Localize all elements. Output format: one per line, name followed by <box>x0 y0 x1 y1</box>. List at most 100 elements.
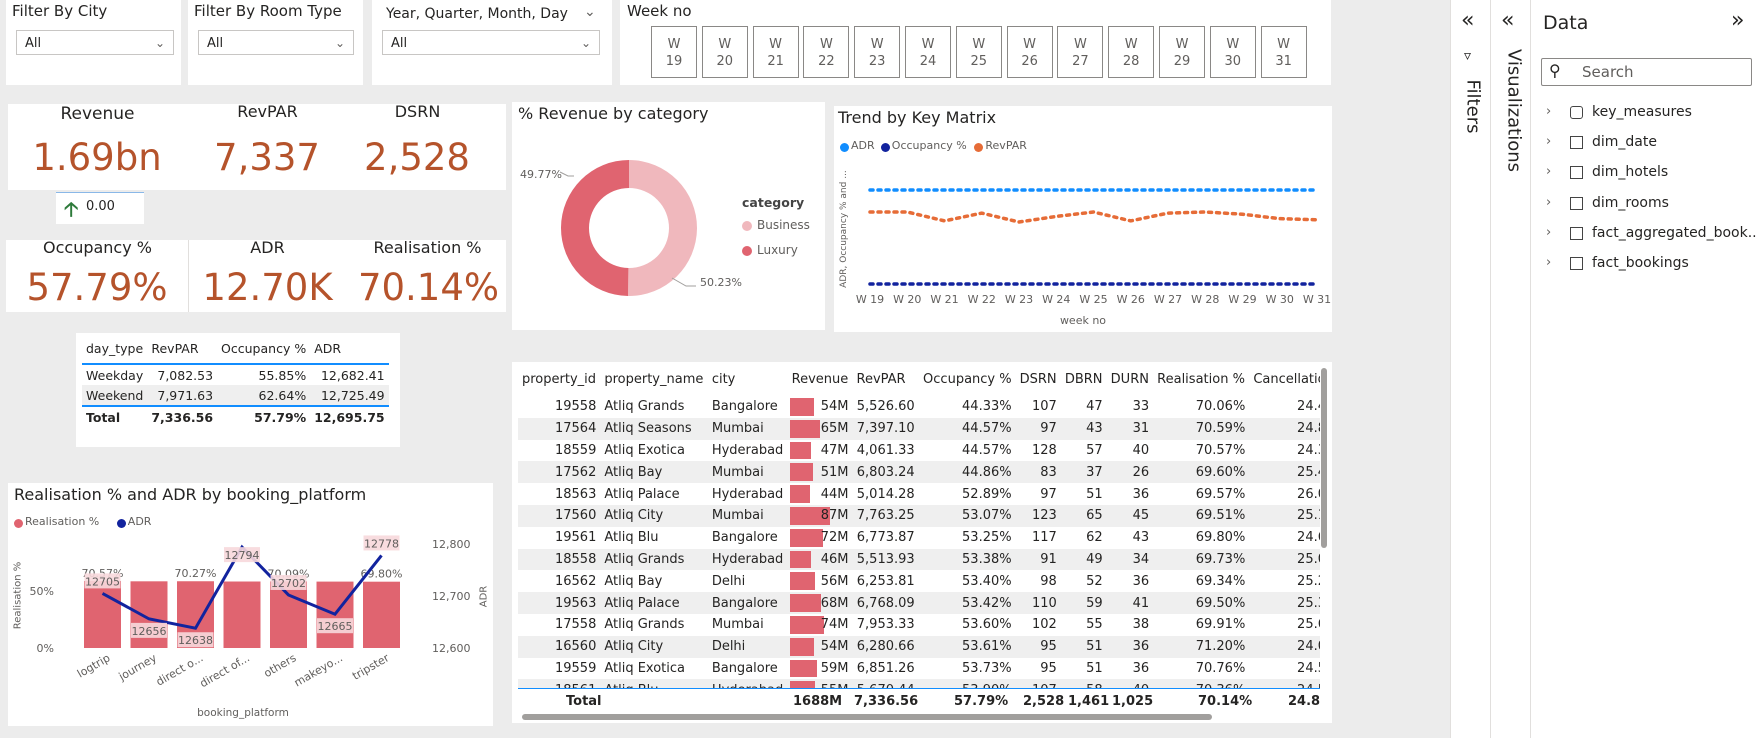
week-button[interactable]: W 22 <box>803 26 850 78</box>
table-row[interactable]: 16562 Atliq Bay Delhi 56M 6,253.81 53.40% 98 52… <box>518 570 1320 592</box>
chevron-right-icon[interactable]: › <box>1546 104 1551 119</box>
table-icon <box>1570 226 1583 240</box>
column-header[interactable]: Cancellatio <box>1249 362 1320 396</box>
table-row[interactable]: 19561 Atliq Blu Bangalore 72M 6,773.87 53.25%… <box>518 527 1320 549</box>
table-row[interactable]: 18559 Atliq Exotica Hyderabad 47M 4,061.33 44… <box>518 440 1320 462</box>
week-button[interactable]: W 26 <box>1006 26 1053 78</box>
realisation-bar[interactable] <box>270 581 307 648</box>
column-header[interactable]: DSRN <box>1016 362 1061 396</box>
vertical-scrollbar[interactable] <box>1321 368 1327 548</box>
week-button[interactable]: W 21 <box>752 26 799 78</box>
column-header[interactable]: property_name <box>600 362 707 396</box>
column-header[interactable]: ADR <box>310 333 388 364</box>
week-button[interactable]: W 25 <box>955 26 1002 78</box>
chevron-right-icon[interactable]: › <box>1546 255 1551 270</box>
realisation-bar[interactable] <box>223 581 261 649</box>
table-row[interactable]: 19563 Atliq Palace Bangalore 68M 6,768.09 53.… <box>518 592 1320 614</box>
x-tick-label: W 22 <box>968 293 996 306</box>
city-dropdown[interactable]: All ⌄ <box>16 30 174 55</box>
combo-chart[interactable]: 70.57%logtripjourney70.27%direct o...dir… <box>8 483 493 726</box>
legend-dot <box>742 221 752 231</box>
chevron-right-icon[interactable]: › <box>1546 225 1551 240</box>
property-table: property_id property_name city Revenue RevPA… <box>518 362 1320 702</box>
chevron-down-icon[interactable]: ⌄ <box>584 4 596 20</box>
week-button[interactable]: W 27 <box>1057 26 1104 78</box>
week-button[interactable]: W 24 <box>905 26 951 78</box>
field-item[interactable]: › dim_hotels <box>1546 164 1751 184</box>
chevron-right-icon[interactable]: › <box>1546 164 1551 179</box>
table-row[interactable]: Weekday 7,082.53 55.85% 12,682.41 <box>82 364 389 385</box>
column-header[interactable]: Revenue <box>788 362 853 396</box>
column-header[interactable]: Occupancy % <box>217 333 310 364</box>
column-header[interactable]: RevPAR <box>147 333 217 364</box>
week-button[interactable]: W 19 <box>651 26 697 78</box>
table-cell: 6,773.87 <box>856 530 915 546</box>
date-dropdown[interactable]: All ⌄ <box>382 30 600 55</box>
donut-chart[interactable] <box>512 102 825 330</box>
trend-ylabel: ADR, Occupancy % and ... <box>839 170 849 288</box>
realisation-bar[interactable] <box>363 581 400 648</box>
table-row[interactable]: 17564 Atliq Seasons Mumbai 65M 7,397.10 44.57… <box>518 417 1320 440</box>
field-item[interactable]: › fact_bookings <box>1546 255 1751 275</box>
week-button[interactable]: W 30 <box>1209 26 1256 78</box>
column-header[interactable]: property_id <box>518 362 600 396</box>
search-input[interactable]: Search <box>1582 63 1634 81</box>
table-cell: 69.51% <box>1153 504 1250 527</box>
table-cell: 53.25% <box>962 530 1012 546</box>
week-button[interactable]: W 28 <box>1108 26 1155 78</box>
table-cell: Total <box>86 409 121 425</box>
trend-chart[interactable]: W 19 W 20 W 21 W 22 W 23 W 24 W 25 W 26 W 27 W 28… <box>834 106 1332 332</box>
expand-icon[interactable]: » <box>1731 8 1744 33</box>
legend-label[interactable]: Business <box>757 218 810 232</box>
chevron-right-icon[interactable]: › <box>1546 195 1551 210</box>
table-row[interactable]: 18563 Atliq Palace Hyderabad 44M 5,014.28 52.… <box>518 483 1320 505</box>
column-header[interactable]: day_type <box>82 333 147 364</box>
total-dsrn: 2,528 <box>1023 694 1065 709</box>
table-row[interactable]: Weekend 7,971.63 62.64% 12,725.49 <box>82 385 389 406</box>
donut-slice-business[interactable] <box>628 160 697 296</box>
donut-slice-luxury[interactable] <box>560 160 629 296</box>
field-item[interactable]: › dim_rooms <box>1546 195 1751 215</box>
week-button[interactable]: W 31 <box>1260 26 1307 78</box>
table-row[interactable]: 19558 Atliq Grands Bangalore 54M 5,526.60 44.… <box>518 396 1320 418</box>
chevron-right-icon[interactable]: › <box>1546 134 1551 149</box>
collapse-icon[interactable]: « <box>1461 8 1474 33</box>
realisation-bar[interactable] <box>130 581 168 648</box>
column-header[interactable]: DURN <box>1107 362 1153 396</box>
trend-series-revpar[interactable] <box>868 210 1319 224</box>
horizontal-scrollbar[interactable] <box>522 714 1212 720</box>
table-row[interactable]: 16560 Atliq City Delhi 54M 6,280.66 53.61% 95 5… <box>518 635 1320 658</box>
column-header[interactable]: RevPAR <box>853 362 919 396</box>
table-cell: 17560 <box>518 504 601 527</box>
field-item[interactable]: › fact_aggregated_book... <box>1546 225 1757 245</box>
table-row[interactable]: 18558 Atliq Grands Hyderabad 46M 5,513.93 53.… <box>518 548 1320 571</box>
visualizations-pane[interactable]: « Visualizations <box>1490 0 1531 738</box>
column-header[interactable]: DBRN <box>1061 362 1107 396</box>
table-cell: 95 <box>1040 660 1057 676</box>
week-button[interactable]: W 23 <box>854 26 901 78</box>
table-row[interactable]: 17562 Atliq Bay Mumbai 51M 6,803.24 44.86% 83 3… <box>518 461 1320 484</box>
table-cell: 17562 <box>518 461 601 484</box>
adr-data-label: 12702 <box>271 577 306 590</box>
column-header[interactable]: city <box>708 362 788 396</box>
table-row[interactable]: 19559 Atliq Exotica Bangalore 59M 6,851.26 53… <box>518 658 1320 680</box>
room-type-dropdown[interactable]: All ⌄ <box>198 30 354 55</box>
column-header[interactable]: Occupancy % <box>919 362 1016 396</box>
week-button[interactable]: W 29 <box>1159 26 1205 78</box>
realisation-bar[interactable] <box>84 580 121 648</box>
table-cell: 68M <box>787 592 853 614</box>
collapse-icon[interactable]: « <box>1501 8 1514 33</box>
filters-pane[interactable]: « ▿ Filters <box>1450 0 1491 738</box>
week-button[interactable]: W 20 <box>701 26 748 78</box>
column-header[interactable]: Realisation % <box>1153 362 1249 396</box>
field-item[interactable]: › key_measures <box>1546 104 1751 124</box>
table-cell: Atliq Bay <box>600 461 708 484</box>
city-slicer: Filter By City All ⌄ <box>6 0 181 85</box>
table-row[interactable]: 17558 Atliq Grands Mumbai 74M 7,953.33 53.60%… <box>518 614 1320 636</box>
city-dropdown-value: All <box>25 36 42 51</box>
table-row[interactable]: 17560 Atliq City Mumbai 87M 7,763.25 53.07% 12… <box>518 504 1320 527</box>
field-name: dim_rooms <box>1592 194 1669 211</box>
field-item[interactable]: › dim_date <box>1546 134 1751 154</box>
search-box[interactable]: ⚲ Search <box>1541 58 1752 86</box>
legend-label[interactable]: Luxury <box>757 243 798 257</box>
